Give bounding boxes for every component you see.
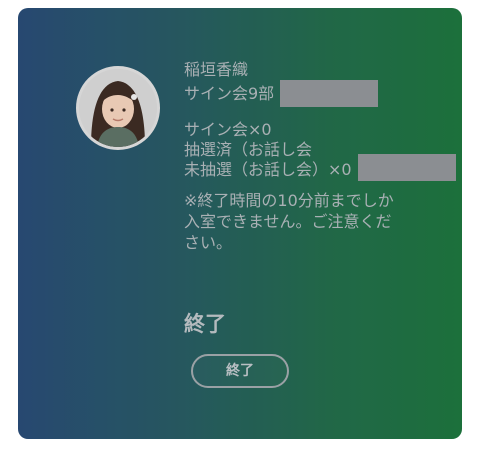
redaction-block	[280, 80, 379, 107]
event-card: 稲垣香織 サイン会9部 サイン会×0 抽選済（お話し会 未抽選（お話し会）×0 …	[18, 8, 462, 439]
member-photo-icon	[79, 69, 157, 147]
redaction-block	[358, 154, 456, 181]
end-button[interactable]: 終了	[191, 354, 289, 388]
entry-note: ※終了時間の10分前までしか入室できません。ご注意ください。	[184, 191, 394, 252]
member-name: 稲垣香織	[184, 60, 249, 79]
status-label: 終了	[184, 312, 226, 336]
sign-session-count: サイン会×0	[184, 120, 272, 139]
event-name: サイン会9部	[184, 84, 275, 103]
event-line: サイン会9部	[184, 80, 454, 107]
avatar	[76, 66, 160, 150]
